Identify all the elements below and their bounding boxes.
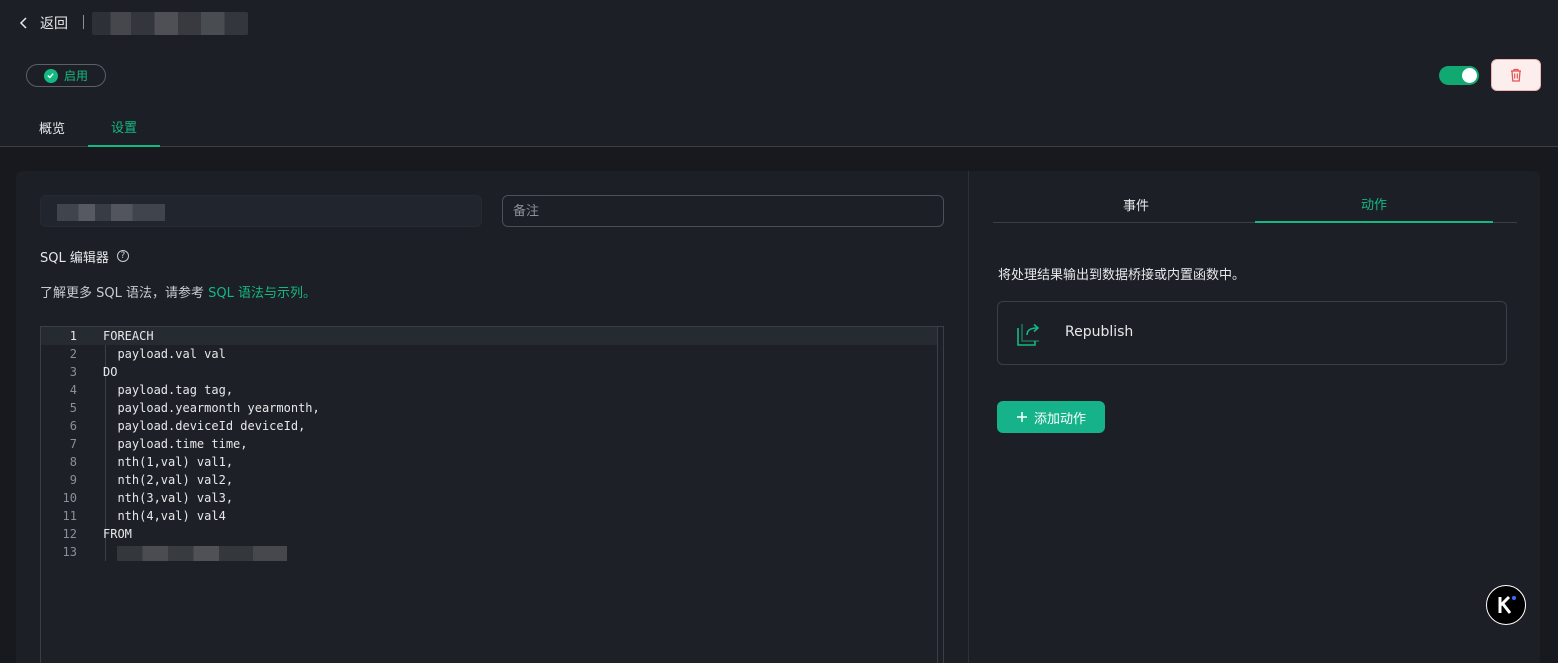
code-text: payload.deviceId deviceId, <box>103 419 306 433</box>
status-badge: 启用 <box>26 64 106 87</box>
assistant-logo-icon <box>1498 595 1516 614</box>
status-label: 启用 <box>63 69 88 83</box>
code-text: FROM <box>103 527 132 541</box>
trash-icon <box>1511 68 1521 82</box>
code-line: 1 FOREACH <box>41 327 931 345</box>
actions-description: 将处理结果输出到数据桥接或内置函数中。 <box>998 268 1246 283</box>
assistant-fab[interactable] <box>1486 585 1526 625</box>
check-circle-icon <box>43 68 58 83</box>
rule-name-input[interactable] <box>40 195 482 227</box>
rule-name-redacted <box>57 204 165 221</box>
sql-editor-title: SQL 编辑器 <box>40 250 109 266</box>
right-panel-tabs: 事件 动作 <box>993 186 1517 223</box>
code-line: 10 nth(3,val) val3, <box>41 489 931 507</box>
line-number: 1 <box>69 329 77 343</box>
code-text: FOREACH <box>103 329 154 343</box>
enable-toggle[interactable] <box>1439 66 1479 85</box>
tab-actions[interactable]: 动作 <box>1255 186 1493 223</box>
code-line: 4 payload.tag tag, <box>41 381 931 399</box>
sql-hint: 了解更多 SQL 语法，请参考 SQL 语法与示列。 <box>40 282 316 301</box>
line-number: 4 <box>69 383 77 397</box>
action-item-republish[interactable]: Republish <box>997 301 1507 365</box>
title-separator <box>83 15 84 29</box>
code-text: nth(2,val) val2, <box>103 473 234 487</box>
code-line: 9 nth(2,val) val2, <box>41 471 931 489</box>
chevron-left-icon <box>19 17 27 29</box>
question-circle-icon[interactable]: ? <box>116 250 129 262</box>
code-text: nth(1,val) val1, <box>103 455 234 469</box>
remark-input[interactable] <box>502 195 944 227</box>
sql-syntax-link[interactable]: SQL 语法与示列。 <box>208 286 316 301</box>
code-line: 3 DO <box>41 363 931 381</box>
panel-divider <box>968 171 969 663</box>
code-redacted <box>117 546 287 561</box>
line-number: 11 <box>62 509 77 523</box>
code-line: 12 FROM <box>41 525 931 543</box>
line-number: 8 <box>69 455 77 469</box>
editor-scrollbar[interactable] <box>937 327 943 663</box>
line-number: 12 <box>62 527 77 541</box>
code-line: 2 payload.val val <box>41 345 931 363</box>
line-number: 10 <box>62 491 77 505</box>
republish-icon <box>1017 323 1040 346</box>
code-line: 6 payload.deviceId deviceId, <box>41 417 931 435</box>
back-label: 返回 <box>40 16 68 32</box>
code-text: payload.time time, <box>103 437 248 451</box>
rule-title-redacted <box>92 12 248 35</box>
plus-icon <box>1016 412 1027 422</box>
sql-editor[interactable]: 1 FOREACH 2 payload.val val 3 DO 4 paylo… <box>40 326 944 663</box>
add-action-label: 添加动作 <box>1033 411 1086 427</box>
line-number: 13 <box>62 545 77 559</box>
line-number: 3 <box>69 365 77 379</box>
toggle-knob <box>1462 68 1477 83</box>
line-number: 2 <box>69 347 77 361</box>
code-text: payload.tag tag, <box>103 383 234 397</box>
tab-events[interactable]: 事件 <box>1017 186 1255 223</box>
code-text: DO <box>103 365 118 379</box>
page-header: 返回 启用 概览 设置 <box>0 0 1558 147</box>
sql-hint-text: 了解更多 SQL 语法，请参考 <box>40 286 209 301</box>
line-number: 9 <box>69 473 77 487</box>
code-text: payload.val val <box>103 347 226 361</box>
code-line: 7 payload.time time, <box>41 435 931 453</box>
settings-card: SQL 编辑器 ? 了解更多 SQL 语法，请参考 SQL 语法与示列。 1 F… <box>16 171 1540 663</box>
code-text: payload.yearmonth yearmonth, <box>103 401 320 415</box>
line-number: 7 <box>69 437 77 451</box>
back-button[interactable]: 返回 <box>16 12 68 34</box>
sql-editor-label: SQL 编辑器 ? <box>40 247 129 266</box>
line-number: 6 <box>69 419 77 433</box>
code-line: 8 nth(1,val) val1, <box>41 453 931 471</box>
action-name: Republish <box>1065 324 1134 340</box>
line-number: 5 <box>69 401 77 415</box>
code-line: 11 nth(4,val) val4 <box>41 507 931 525</box>
tab-overview[interactable]: 概览 <box>24 108 80 147</box>
code-text: nth(4,val) val4 <box>103 509 226 523</box>
add-action-button[interactable]: 添加动作 <box>997 401 1105 433</box>
code-line: 5 payload.yearmonth yearmonth, <box>41 399 931 417</box>
delete-button[interactable] <box>1491 59 1541 91</box>
code-text: nth(3,val) val3, <box>103 491 234 505</box>
tab-settings[interactable]: 设置 <box>88 108 160 147</box>
